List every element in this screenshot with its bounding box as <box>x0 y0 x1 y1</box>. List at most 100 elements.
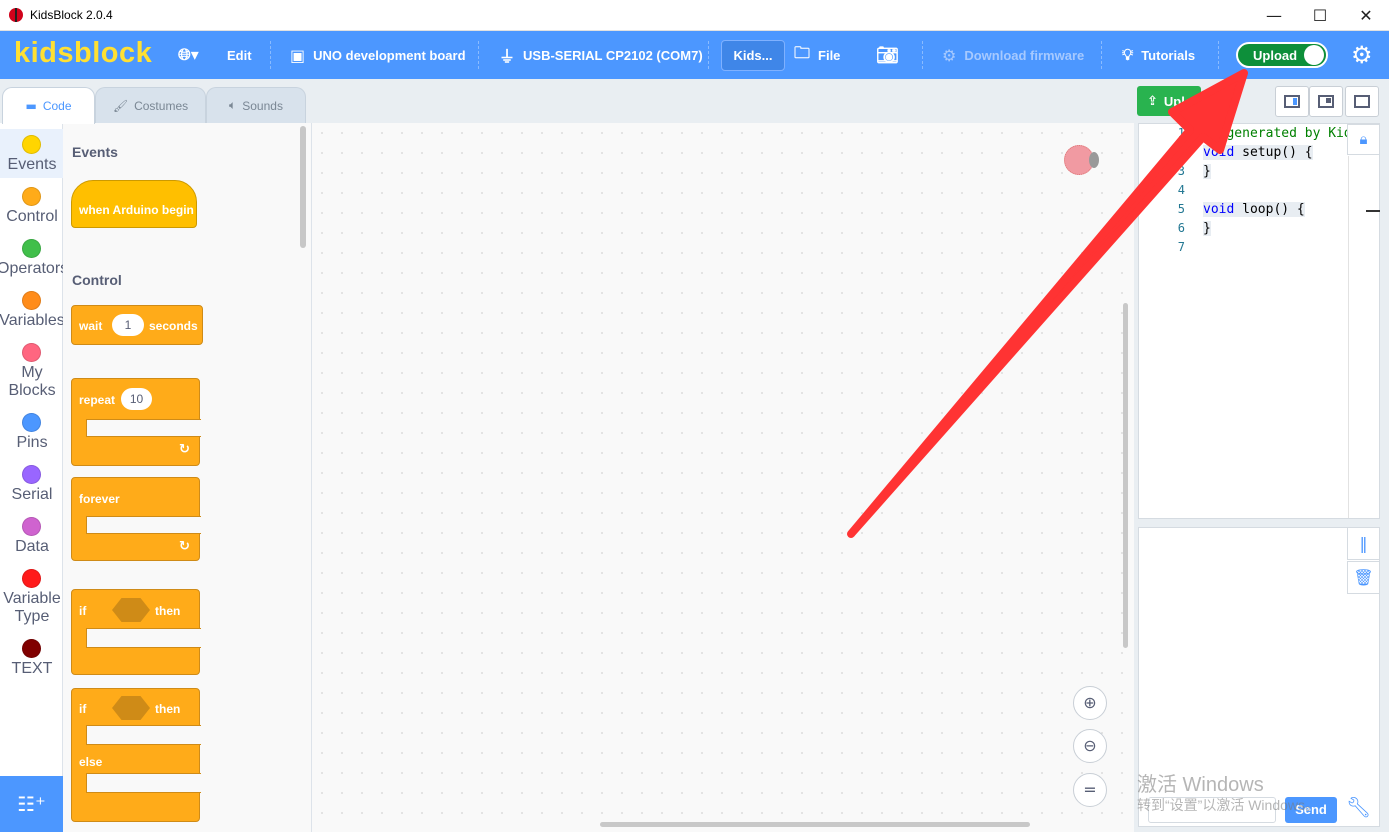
download-firmware-button[interactable]: ⚙︎ Download firmware <box>942 31 1084 79</box>
code-workspace[interactable]: ⊕ ⊖ = <box>312 123 1134 832</box>
category-dot <box>22 569 41 588</box>
project-title-button[interactable]: Kids... <box>721 40 785 71</box>
category-label: My Blocks <box>8 364 56 399</box>
minimize-button[interactable]: — <box>1251 0 1297 31</box>
category-dot <box>22 517 41 536</box>
globe-icon: 🌐︎▾ <box>178 45 199 64</box>
line-number: 5 <box>1177 202 1185 216</box>
category-data[interactable]: Data <box>0 511 63 560</box>
if-then-else-block[interactable]: if then else <box>71 688 201 822</box>
brush-icon: 🖌︎ <box>112 98 129 113</box>
condition-slot[interactable] <box>112 598 150 622</box>
wait-seconds-input[interactable]: 1 <box>112 314 144 336</box>
forever-block[interactable]: forever ↻ <box>71 477 201 561</box>
folder-icon: 🗀 <box>794 42 811 62</box>
block-label: seconds <box>149 319 198 333</box>
block-label: then <box>155 604 181 618</box>
close-button[interactable]: ✕ <box>1343 0 1389 31</box>
block-label: forever <box>79 492 120 506</box>
condition-slot[interactable] <box>112 696 150 720</box>
code-line: } <box>1203 221 1211 236</box>
category-menu: Events Control Operators Variables My Blocks… <box>0 123 68 832</box>
screenshot-button[interactable]: 📷︎ <box>876 31 907 79</box>
layout-split-button[interactable] <box>1309 86 1343 117</box>
zoom-out-button[interactable]: ⊖ <box>1073 729 1107 763</box>
category-variables[interactable]: Variables <box>0 285 65 334</box>
palette-scrollbar[interactable] <box>300 126 306 248</box>
block-label: if <box>79 604 87 618</box>
upload-code-button[interactable]: ⇪ Upload <box>1137 86 1201 116</box>
port-menu[interactable]: ⏚ USB-SERIAL CP2102 (COM7) <box>499 31 703 79</box>
chip-icon: ▣ <box>290 45 306 65</box>
port-label: USB-SERIAL CP2102 (COM7) <box>523 47 703 63</box>
wait-seconds-block[interactable]: wait 1 seconds <box>71 305 203 345</box>
repeat-count-input[interactable]: 10 <box>121 388 152 410</box>
category-events[interactable]: Events <box>0 129 63 178</box>
tab-sounds[interactable]: 🔈︎ Sounds <box>206 87 306 123</box>
zoom-reset-button[interactable]: = <box>1073 773 1107 807</box>
edit-menu[interactable]: Edit <box>227 31 252 79</box>
trash-icon[interactable]: 🗑︎ <box>1347 561 1380 594</box>
upload-toggle-label: Upload <box>1253 48 1298 63</box>
workspace-vertical-scrollbar[interactable] <box>1123 303 1128 648</box>
workspace-horizontal-scrollbar[interactable] <box>600 822 1030 827</box>
toggle-knob <box>1304 45 1324 65</box>
upload-icon: ⇪ <box>1147 93 1158 109</box>
category-pins[interactable]: Pins <box>0 407 63 456</box>
add-extension-button[interactable]: ☷⁺ <box>0 776 63 832</box>
menu-separator <box>1101 41 1102 69</box>
layout-icon <box>1284 95 1300 108</box>
file-menu[interactable]: 🗀 File <box>794 31 840 79</box>
layout-code-sidebar-button[interactable] <box>1275 86 1309 117</box>
tab-sounds-label: Sounds <box>242 98 283 113</box>
category-control[interactable]: Control <box>0 181 63 230</box>
category-label: TEXT <box>11 660 53 677</box>
when-arduino-begin-block[interactable]: when Arduino begin <box>71 180 197 228</box>
category-my-blocks[interactable]: My Blocks <box>0 337 63 404</box>
category-text[interactable]: TEXT <box>0 633 63 682</box>
zoom-in-icon: ⊕ <box>1083 693 1097 712</box>
board-label: UNO development board <box>313 47 466 63</box>
code-minimap-marker <box>1366 210 1380 212</box>
gear-icon[interactable]: ⚙ <box>1351 41 1373 69</box>
block-label: wait <box>79 319 103 333</box>
category-dot <box>22 465 41 484</box>
menu-separator <box>1218 41 1219 69</box>
layout-stage-button[interactable] <box>1345 86 1379 117</box>
menu-bar: kidsblock 🌐︎▾ Edit ▣ UNO development boa… <box>0 31 1389 79</box>
repeat-block[interactable]: repeat 10 ↻ <box>71 378 201 466</box>
tab-code[interactable]: ▬ Code <box>2 87 95 124</box>
category-dot <box>22 135 41 154</box>
pause-icon[interactable]: ‖ <box>1347 527 1380 560</box>
app-ladybug-icon <box>9 8 23 22</box>
block-label: when Arduino begin <box>79 203 194 217</box>
language-menu[interactable]: 🌐︎▾ <box>178 31 207 79</box>
tutorials-button[interactable]: 💡︎ Tutorials <box>1122 31 1195 79</box>
download-firmware-label: Download firmware <box>964 47 1085 63</box>
upload-mode-toggle[interactable]: Upload <box>1236 42 1328 68</box>
speaker-icon: 🔈︎ <box>229 98 237 112</box>
category-label: Variable Type <box>3 590 61 625</box>
wrench-icon[interactable]: 🔧︎ <box>1346 795 1371 819</box>
category-label: Pins <box>16 434 48 451</box>
generated-code-editor[interactable]: 1234567 // generated by KidsBlock void s… <box>1138 123 1380 519</box>
zoom-reset-icon: = <box>1083 780 1097 799</box>
lock-icon[interactable]: 🔒︎ <box>1347 124 1380 155</box>
category-dot <box>22 291 41 310</box>
events-heading: Events <box>72 144 118 160</box>
board-menu[interactable]: ▣ UNO development board <box>290 31 466 79</box>
category-serial[interactable]: Serial <box>0 459 63 508</box>
category-label: Serial <box>11 486 53 503</box>
if-then-block[interactable]: if then <box>71 589 201 675</box>
control-heading: Control <box>72 272 122 288</box>
category-operators[interactable]: Operators <box>0 233 68 282</box>
tab-costumes[interactable]: 🖌︎ Costumes <box>95 87 206 123</box>
category-variable-type[interactable]: Variable Type <box>0 563 63 630</box>
kidsblock-logo[interactable]: kidsblock <box>14 37 152 70</box>
maximize-button[interactable]: ☐ <box>1297 0 1343 31</box>
zoom-in-button[interactable]: ⊕ <box>1073 686 1107 720</box>
block-palette: Events when Arduino begin Control wait 1… <box>63 123 312 832</box>
zoom-out-icon: ⊖ <box>1083 736 1097 755</box>
ladybug-sprite-icon[interactable] <box>1064 145 1099 175</box>
add-extension-icon: ☷⁺ <box>17 792 46 816</box>
